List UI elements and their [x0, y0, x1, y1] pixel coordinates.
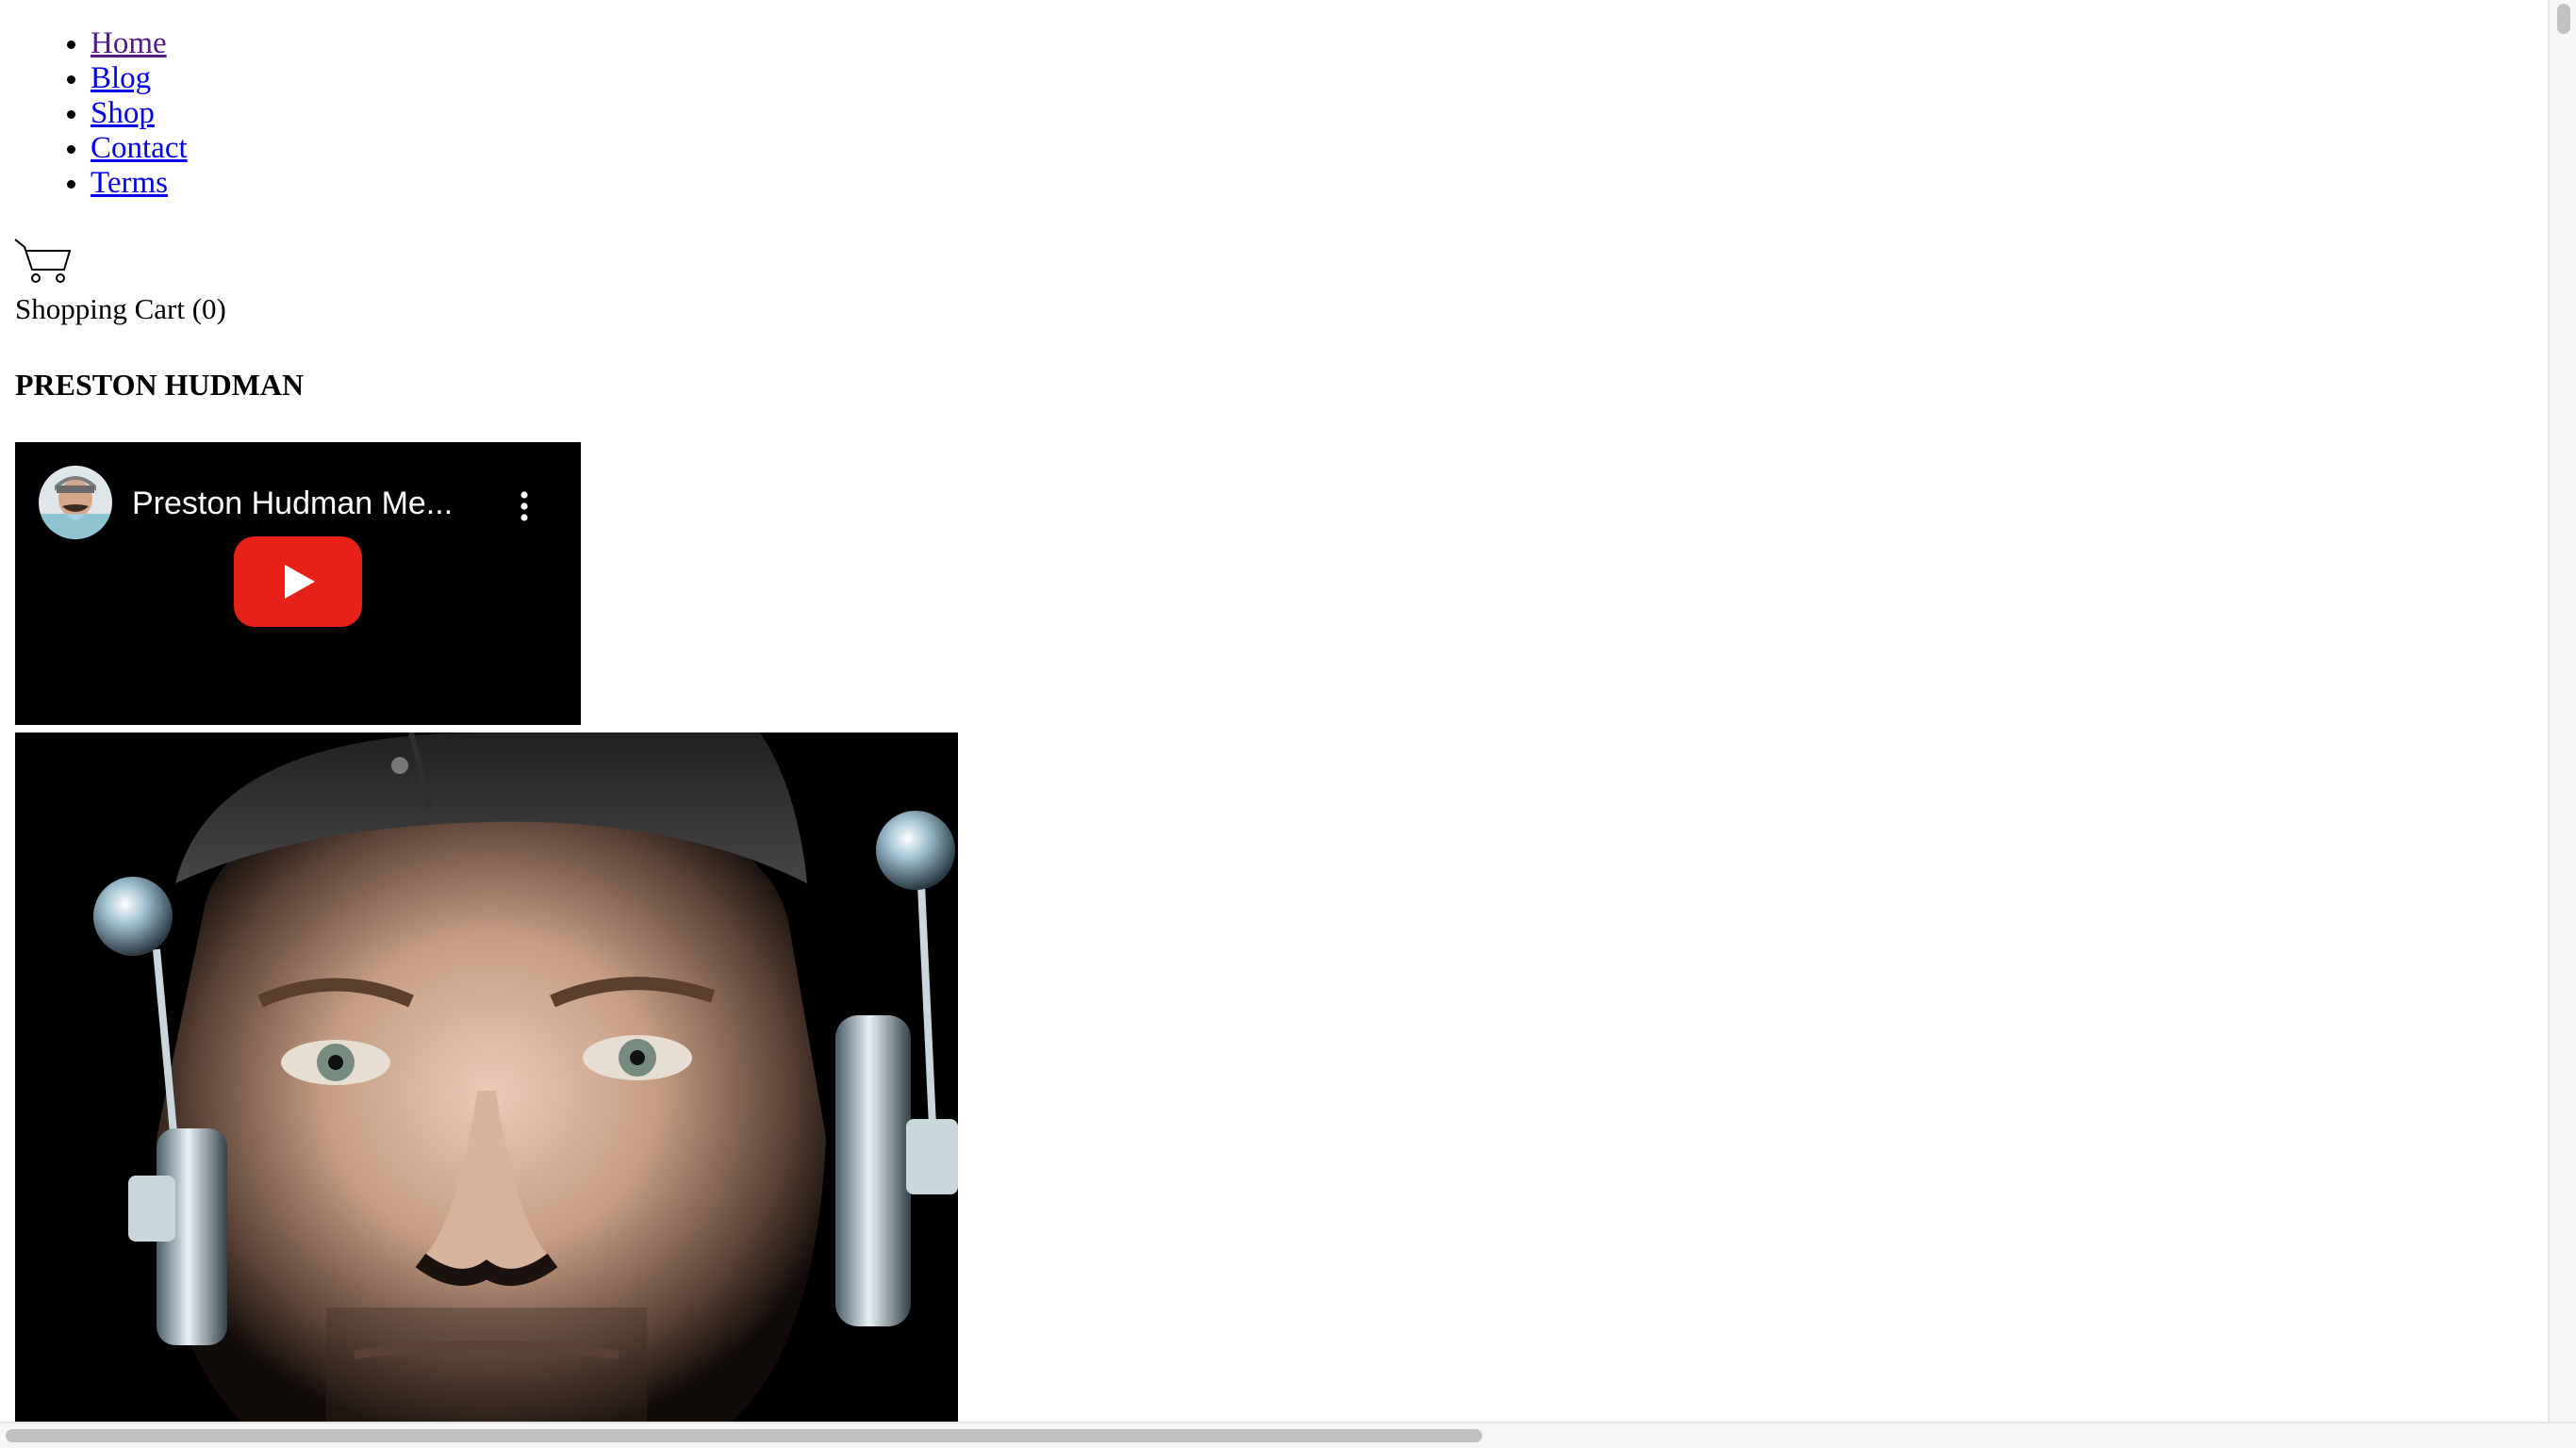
- nav-item-shop: Shop: [91, 96, 188, 131]
- nav-item-home: Home: [91, 26, 188, 61]
- portrait-photo: [15, 732, 958, 1422]
- nav-link-home[interactable]: Home: [91, 26, 167, 60]
- nav-link-contact[interactable]: Contact: [91, 131, 188, 165]
- page-viewport: Home Blog Shop Contact Terms Shopping Ca…: [0, 0, 2548, 1422]
- nav-link-shop[interactable]: Shop: [91, 96, 155, 130]
- shopping-cart-icon[interactable]: [13, 238, 74, 285]
- youtube-play-icon[interactable]: [234, 536, 362, 627]
- vertical-scrollbar-thumb[interactable]: [2557, 4, 2570, 34]
- nav-link-blog[interactable]: Blog: [91, 61, 151, 95]
- nav-item-contact: Contact: [91, 131, 188, 166]
- video-title[interactable]: Preston Hudman Me...: [132, 484, 471, 523]
- more-vertical-icon[interactable]: [505, 487, 543, 525]
- horizontal-scrollbar-thumb[interactable]: [6, 1429, 1482, 1442]
- main-nav: Home Blog Shop Contact Terms: [0, 26, 188, 201]
- vertical-scrollbar[interactable]: [2548, 0, 2576, 1422]
- youtube-video-embed[interactable]: Preston Hudman Me...: [15, 442, 581, 725]
- shopping-cart-link[interactable]: Shopping Cart (0): [15, 290, 226, 328]
- horizontal-scrollbar[interactable]: [0, 1422, 2576, 1448]
- nav-item-blog: Blog: [91, 61, 188, 96]
- channel-avatar-icon[interactable]: [38, 465, 113, 540]
- nav-item-terms: Terms: [91, 166, 188, 201]
- site-title: PRESTON HUDMAN: [15, 368, 305, 402]
- nav-link-terms[interactable]: Terms: [91, 166, 168, 200]
